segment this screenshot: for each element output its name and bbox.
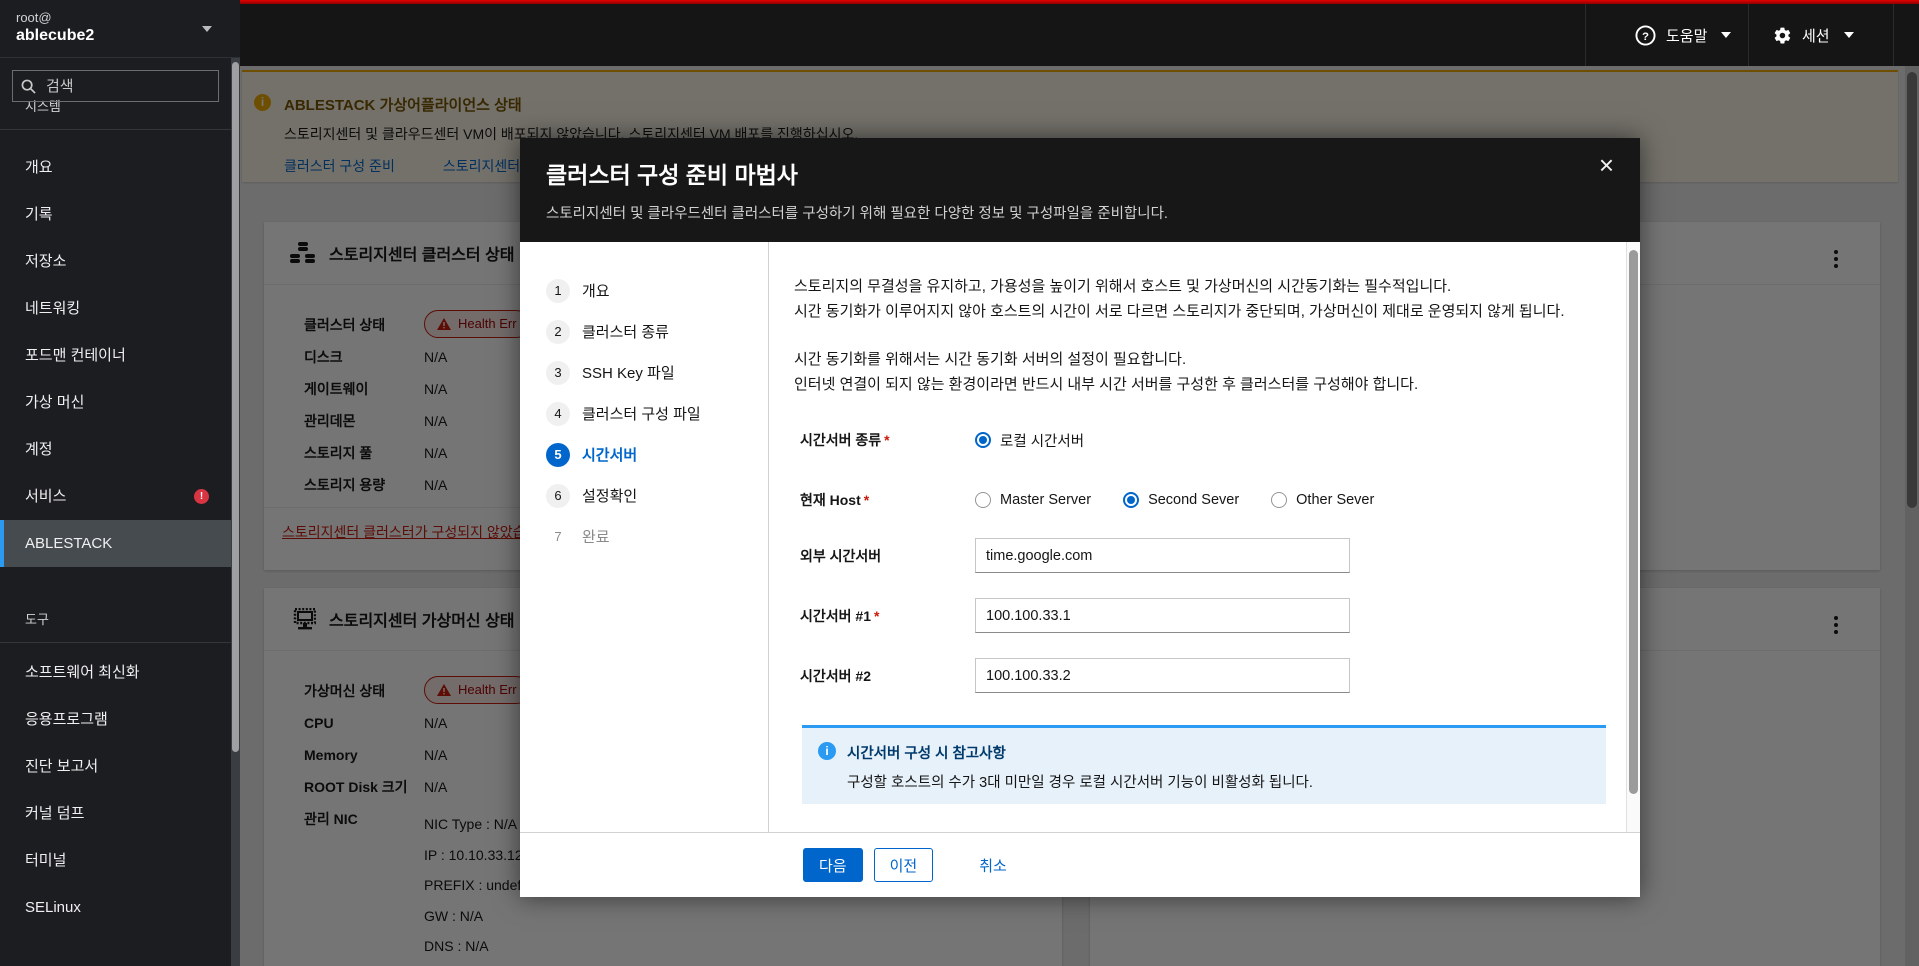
sidebar-scrollbar-thumb[interactable]: [232, 62, 239, 752]
wizard-step-4[interactable]: 4 클러스터 구성 파일: [520, 393, 768, 434]
close-icon[interactable]: ×: [1599, 150, 1614, 180]
gear-icon: [1773, 26, 1792, 45]
wizard-step-1[interactable]: 1 개요: [520, 270, 768, 311]
field-current-host: 현재 Host * Master Server Second Sever Othe…: [800, 492, 1375, 508]
wizard-step-6[interactable]: 6 설정확인: [520, 475, 768, 516]
sidebar-item-diagnostic-reports[interactable]: 진단 보고서: [0, 743, 231, 790]
field-time-server-type: 시간서버 종류 * 로컬 시간서버: [800, 426, 1116, 454]
user-name: root@: [16, 10, 52, 25]
sidebar-item-ablestack[interactable]: ABLESTACK: [0, 520, 231, 567]
prev-button[interactable]: 이전: [873, 848, 934, 882]
svg-text:?: ?: [1642, 30, 1649, 42]
nav-section-tools: 도구: [0, 595, 240, 643]
host-switcher[interactable]: root@ ablecube2: [0, 0, 240, 58]
help-label: 도움말: [1666, 27, 1708, 45]
cancel-button[interactable]: 취소: [979, 848, 1007, 882]
question-circle-icon: ?: [1635, 24, 1656, 46]
radio-other-server[interactable]: Other Sever: [1271, 492, 1374, 508]
sidebar: root@ ablecube2 시스템 개요 기록 저장소 네트워킹 포드맨 컨…: [0, 0, 240, 966]
radio-local-time-server[interactable]: 로컬 시간서버: [975, 430, 1084, 451]
sidebar-item-logs[interactable]: 기록: [0, 191, 231, 238]
wizard-steps: 1 개요 2 클러스터 종류 3 SSH Key 파일 4 클러스터 구성 파일 5 시간…: [520, 242, 768, 557]
modal-subtitle: 스토리지센터 및 클라우드센터 클러스터를 구성하기 위해 필요한 다양한 정보…: [546, 206, 1168, 222]
services-alert-badge: !: [194, 489, 209, 504]
sidebar-item-services[interactable]: 서비스 !: [0, 473, 231, 520]
modal-scrollbar-thumb[interactable]: [1629, 250, 1638, 794]
wizard-step-5[interactable]: 5 시간서버: [520, 434, 768, 475]
sidebar-item-software-updates[interactable]: 소프트웨어 최신화: [0, 649, 231, 696]
time-server-info-alert: i 시간서버 구성 시 참고사항 구성할 호스트의 수가 3대 미만일 경우 로…: [802, 725, 1606, 804]
modal-header: 클러스터 구성 준비 마법사 스토리지센터 및 클라우드센터 클러스터를 구성하…: [520, 138, 1640, 242]
modal-scrollbar[interactable]: [1626, 242, 1640, 832]
sidebar-item-vms[interactable]: 가상 머신: [0, 379, 231, 426]
sidebar-item-accounts[interactable]: 계정: [0, 426, 231, 473]
wizard-step-2[interactable]: 2 클러스터 종류: [520, 311, 768, 352]
external-time-server-input[interactable]: [975, 538, 1350, 573]
app-root: ? 도움말 세션 root@ ablecube2 시스템: [0, 0, 1919, 966]
chevron-down-icon: [1843, 32, 1854, 38]
radio-icon: [975, 432, 991, 448]
masthead: ? 도움말 세션: [240, 0, 1919, 66]
modal-title: 클러스터 구성 준비 마법사: [546, 162, 798, 188]
chevron-down-icon: [202, 26, 212, 32]
time-server-2-input[interactable]: [975, 658, 1350, 693]
sidebar-item-storage[interactable]: 저장소: [0, 238, 231, 285]
radio-master-server[interactable]: Master Server: [975, 492, 1091, 508]
sidebar-search: [12, 70, 219, 102]
time-server-1-input[interactable]: [975, 598, 1350, 633]
field-time-server-1: 시간서버 #1 *: [800, 598, 1350, 633]
field-time-server-2: 시간서버 #2: [800, 658, 1350, 693]
sidebar-item-networking[interactable]: 네트워킹: [0, 285, 231, 332]
radio-icon: [975, 492, 991, 508]
sidebar-item-applications[interactable]: 응용프로그램: [0, 696, 231, 743]
info-alert-title: 시간서버 구성 시 참고사항: [847, 746, 1006, 762]
step-description: 스토리지의 무결성을 유지하고, 가용성을 높이기 위해서 호스트 및 가상머신…: [794, 278, 1565, 393]
sidebar-item-selinux[interactable]: SELinux: [0, 884, 231, 931]
cluster-wizard-modal: 클러스터 구성 준비 마법사 스토리지센터 및 클라우드센터 클러스터를 구성하…: [520, 138, 1640, 897]
radio-icon: [1123, 492, 1140, 508]
next-button[interactable]: 다음: [803, 848, 863, 882]
sidebar-item-overview[interactable]: 개요: [0, 144, 231, 191]
sidebar-scrollbar[interactable]: [231, 58, 240, 966]
chevron-down-icon: [1721, 32, 1732, 38]
sidebar-nav: 시스템 개요 기록 저장소 네트워킹 포드맨 컨테이너 가상 머신 계정 서비스…: [0, 82, 240, 931]
session-menu-button[interactable]: 세션: [1770, 4, 1893, 66]
sidebar-item-podman[interactable]: 포드맨 컨테이너: [0, 332, 231, 379]
info-icon: i: [818, 742, 836, 760]
modal-footer: 다음 이전 취소: [520, 832, 1640, 897]
radio-second-server[interactable]: Second Sever: [1123, 492, 1239, 508]
session-label: 세션: [1802, 27, 1830, 45]
wizard-step-3[interactable]: 3 SSH Key 파일: [520, 352, 768, 393]
wizard-step-7[interactable]: 7 완료: [520, 516, 768, 557]
search-icon: [21, 79, 36, 94]
radio-icon: [1271, 492, 1288, 508]
sidebar-item-terminal[interactable]: 터미널: [0, 837, 231, 884]
search-input[interactable]: [44, 76, 210, 96]
info-alert-body: 구성할 호스트의 수가 3대 미만일 경우 로컬 시간서버 기능이 비활성화 됩…: [847, 775, 1313, 791]
field-external-time-server: 외부 시간서버: [800, 538, 1350, 573]
sidebar-item-kernel-dump[interactable]: 커널 덤프: [0, 790, 231, 837]
host-name: ablecube2: [16, 27, 95, 44]
